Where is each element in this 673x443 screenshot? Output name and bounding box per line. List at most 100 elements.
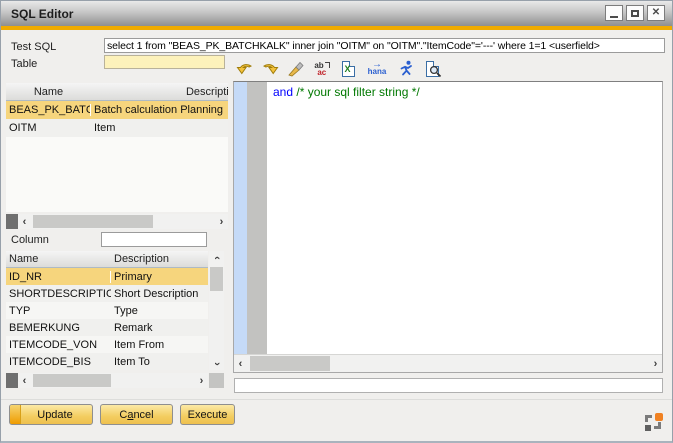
- excel-export-icon: X: [342, 61, 355, 77]
- minimize-icon: [610, 16, 618, 18]
- run-sql-button[interactable]: [396, 59, 416, 79]
- status-input[interactable]: [234, 378, 663, 393]
- scroll-left-button[interactable]: ‹: [18, 373, 31, 388]
- columns-grid-vscrollbar[interactable]: ‹ ›: [209, 251, 224, 370]
- chevron-right-icon: ›: [654, 358, 658, 370]
- format-sql-button[interactable]: [286, 59, 306, 79]
- sql-editor-window: SQL Editor ✕ Test SQL Table ab ac: [0, 0, 673, 443]
- table-description-cell: Item: [91, 122, 228, 134]
- preview-button[interactable]: [422, 59, 442, 79]
- column-row[interactable]: SHORTDESCRIPTION Short Description: [6, 285, 208, 302]
- table-row[interactable]: OITM Item: [6, 119, 228, 137]
- splitter-grip-icon[interactable]: [6, 214, 18, 229]
- column-row[interactable]: ITEMCODE_BIS Item To: [6, 353, 208, 370]
- scroll-thumb[interactable]: [33, 374, 111, 387]
- column-name-cell: ITEMCODE_BIS: [6, 356, 111, 368]
- column-label: Column: [11, 234, 49, 246]
- column-row[interactable]: ID_NR Primary: [6, 268, 208, 285]
- tables-header-name[interactable]: Name: [6, 86, 91, 98]
- column-row[interactable]: ITEMCODE_VON Item From: [6, 336, 208, 353]
- chevron-left-icon: ‹: [239, 358, 243, 370]
- undo-button[interactable]: [234, 59, 254, 79]
- column-description-cell: Item To: [111, 356, 208, 368]
- convert-to-hana-button[interactable]: → hana: [364, 59, 390, 79]
- editor-hscrollbar[interactable]: ‹ ›: [234, 354, 662, 372]
- columns-header-description[interactable]: Description: [111, 253, 208, 265]
- replace-icon-bottom-text: ac: [317, 68, 326, 77]
- sql-comment: /* your sql filter string */: [293, 85, 420, 99]
- scroll-track[interactable]: [209, 264, 224, 357]
- excel-export-button[interactable]: X: [338, 59, 358, 79]
- cancel-button[interactable]: Cancel: [100, 404, 173, 425]
- table-name-cell: BEAS_PK_BATCH: [6, 104, 91, 116]
- tables-header-description[interactable]: Description: [91, 86, 228, 98]
- table-description-cell: Batch calculation Planning: [91, 104, 228, 116]
- table-row[interactable]: BEAS_PK_BATCH Batch calculation Planning: [6, 101, 228, 119]
- scroll-left-button[interactable]: ‹: [18, 214, 31, 229]
- scroll-right-button[interactable]: ›: [215, 214, 228, 229]
- running-man-icon: [398, 60, 414, 77]
- scroll-thumb[interactable]: [250, 356, 330, 371]
- close-button[interactable]: ✕: [647, 5, 665, 21]
- test-sql-input[interactable]: [104, 38, 665, 53]
- format-brush-icon: [287, 61, 305, 77]
- magnifier-icon: [429, 65, 442, 78]
- update-button[interactable]: Update: [9, 404, 93, 425]
- scroll-thumb[interactable]: [33, 215, 153, 228]
- columns-grid-header: Name Description: [6, 251, 208, 268]
- execute-button[interactable]: Execute: [180, 404, 235, 425]
- scroll-track[interactable]: [31, 373, 195, 388]
- columns-grid-hscrollbar[interactable]: ‹ ›: [6, 373, 208, 388]
- code-line: and /* your sql filter string */: [273, 85, 420, 99]
- replace-icon: ab ac: [314, 62, 329, 76]
- column-description-cell: Primary: [111, 271, 208, 283]
- tables-grid: Name Description BEAS_PK_BATCH Batch cal…: [6, 83, 228, 212]
- minimize-button[interactable]: [605, 5, 623, 21]
- column-name-cell: ITEMCODE_VON: [6, 339, 111, 351]
- sql-keyword: and: [273, 85, 293, 99]
- update-button-label: Update: [37, 409, 72, 421]
- columns-grid: Name Description ID_NR Primary SHORTDESC…: [6, 251, 208, 370]
- columns-header-name[interactable]: Name: [6, 253, 111, 265]
- tables-grid-header: Name Description: [6, 83, 228, 101]
- dark-square-icon: [645, 425, 651, 431]
- column-description-cell: Item From: [111, 339, 208, 351]
- scroll-right-button[interactable]: ›: [649, 355, 662, 372]
- editor-margin-gutter: [234, 82, 247, 355]
- splitter-grip-icon[interactable]: [6, 373, 18, 388]
- maximize-icon: [631, 10, 639, 17]
- replace-button[interactable]: ab ac: [312, 59, 332, 79]
- editor-toolbar: ab ac X → hana: [234, 57, 442, 80]
- scroll-right-button[interactable]: ›: [195, 373, 208, 388]
- scroll-thumb[interactable]: [210, 267, 223, 291]
- column-filter-input[interactable]: [101, 232, 207, 247]
- chevron-left-icon: ‹: [23, 375, 27, 387]
- scroll-track[interactable]: [247, 355, 649, 372]
- table-input[interactable]: [104, 55, 225, 69]
- tables-grid-hscrollbar[interactable]: ‹ ›: [6, 214, 228, 229]
- hana-label: hana: [368, 68, 387, 76]
- column-name-cell: TYP: [6, 305, 111, 317]
- scroll-up-button[interactable]: ‹: [209, 251, 224, 264]
- redo-button[interactable]: [260, 59, 280, 79]
- scroll-down-button[interactable]: ›: [209, 357, 224, 370]
- scroll-track[interactable]: [31, 214, 215, 229]
- chevron-down-icon: ›: [210, 362, 222, 366]
- column-name-cell: BEMERKUNG: [6, 322, 111, 334]
- column-row[interactable]: BEMERKUNG Remark: [6, 319, 208, 336]
- execute-button-label: Execute: [188, 409, 228, 421]
- column-description-cell: Short Description: [111, 288, 208, 300]
- expand-form-button[interactable]: [645, 413, 663, 431]
- scroll-left-button[interactable]: ‹: [234, 355, 247, 372]
- title-bar[interactable]: SQL Editor ✕: [1, 1, 672, 26]
- column-description-cell: Remark: [111, 322, 208, 334]
- scrollbar-corner: [209, 373, 224, 388]
- sql-code-editor[interactable]: and /* your sql filter string */ ‹ ›: [233, 81, 663, 373]
- column-row[interactable]: TYP Type: [6, 302, 208, 319]
- maximize-button[interactable]: [626, 5, 644, 21]
- chevron-right-icon: ›: [200, 375, 204, 387]
- window-title: SQL Editor: [1, 7, 73, 21]
- chevron-up-icon: ‹: [210, 256, 222, 260]
- redo-icon: [261, 61, 280, 77]
- table-label: Table: [11, 58, 37, 70]
